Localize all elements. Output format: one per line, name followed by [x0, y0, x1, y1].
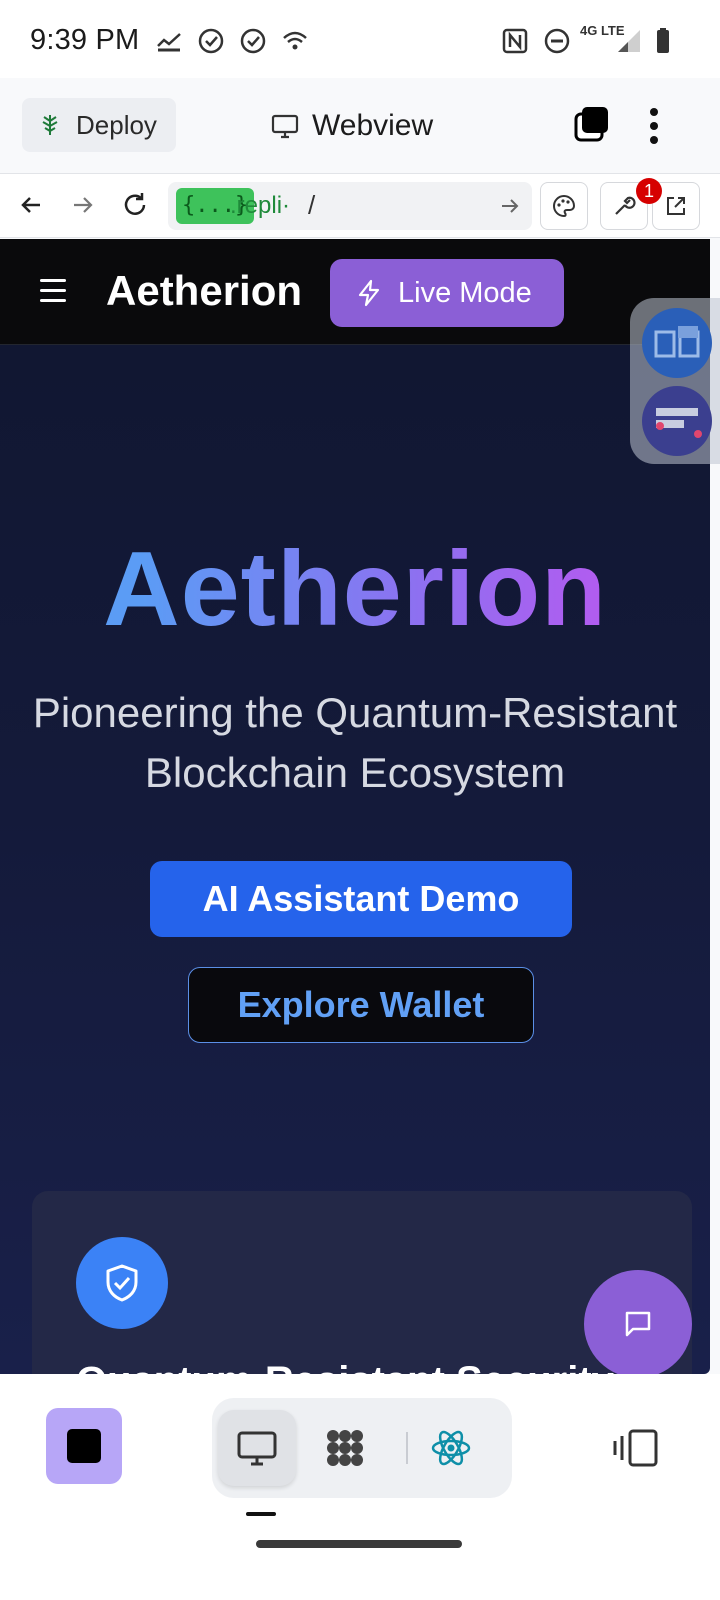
nfc-icon [500, 26, 530, 56]
shield-check-icon [76, 1237, 168, 1329]
check-circle-icon [196, 26, 226, 56]
console-icon [656, 408, 702, 438]
deploy-label: Deploy [76, 109, 157, 140]
divider [406, 1432, 408, 1464]
active-view-indicator [246, 1512, 276, 1516]
lightning-icon [358, 279, 380, 307]
signal-icon [614, 26, 644, 56]
layout-toggle-icon[interactable] [612, 1428, 660, 1468]
floating-tools-panel [630, 298, 720, 464]
webview-title: Webview [312, 109, 434, 142]
react-view-button[interactable] [412, 1410, 490, 1486]
workspace-view-button[interactable] [306, 1410, 384, 1486]
palette-icon [553, 194, 576, 218]
wrench-icon [615, 196, 636, 215]
webview-tab-title: Webview [270, 106, 433, 146]
deploy-button[interactable]: Deploy [22, 98, 176, 152]
feature-title: Quantum-Resistant Security [76, 1359, 614, 1374]
url-input[interactable]: {...} .repli· / [168, 182, 532, 230]
live-mode-button[interactable]: Live Mode [330, 259, 564, 327]
url-bar: {...} .repli· / [0, 174, 720, 238]
webview-content: Aetherion Live Mode Aetherion Pioneering… [0, 239, 710, 1374]
back-arrow-icon[interactable] [16, 190, 46, 220]
chat-button[interactable] [584, 1270, 692, 1378]
deploy-icon [42, 115, 58, 135]
refresh-icon[interactable] [120, 190, 150, 220]
replit-header: Deploy Webview [0, 78, 720, 174]
notification-badge: 1 [636, 178, 662, 204]
brand-logo-text[interactable]: Aetherion [106, 267, 302, 315]
monitor-icon [237, 1431, 277, 1466]
app-navbar: Aetherion Live Mode [0, 239, 710, 345]
nodes-icon [327, 1430, 363, 1466]
view-switcher [212, 1398, 512, 1498]
url-path: / [308, 190, 316, 220]
home-gesture-bar[interactable] [256, 1540, 462, 1548]
tabs-icon[interactable] [572, 104, 612, 144]
url-host: .repli· [230, 192, 291, 219]
theme-button[interactable] [540, 182, 588, 230]
missed-call-icon [154, 26, 184, 56]
status-time: 9:39 PM [30, 24, 140, 56]
check-circle-icon [238, 26, 268, 56]
live-mode-label: Live Mode [398, 276, 532, 309]
explore-wallet-button[interactable]: Explore Wallet [188, 967, 534, 1043]
more-vert-icon[interactable] [646, 104, 662, 148]
react-icon [431, 1430, 471, 1466]
stop-icon [67, 1429, 101, 1463]
forward-arrow-icon[interactable] [68, 190, 98, 220]
logs-button[interactable] [642, 386, 712, 456]
battery-icon [648, 26, 678, 56]
hero-subtitle: Pioneering the Quantum-Resistant Blockch… [32, 689, 678, 796]
hero-title: Aetherion [0, 529, 710, 650]
wifi-calling-icon [280, 26, 310, 56]
do-not-disturb-icon [542, 26, 572, 56]
monitor-icon [271, 114, 299, 139]
docs-button[interactable] [642, 308, 712, 378]
stop-button[interactable] [46, 1408, 122, 1484]
book-icon [654, 326, 700, 358]
replit-bottom-toolbar [0, 1374, 720, 1600]
external-link-icon [667, 197, 685, 215]
hamburger-menu-icon[interactable] [40, 279, 66, 303]
chat-bubble-icon [625, 1311, 651, 1337]
webview-view-button[interactable] [218, 1410, 296, 1486]
go-arrow-icon[interactable] [498, 194, 522, 218]
status-bar: 9:39 PM 4G LTE [0, 0, 720, 78]
ai-assistant-demo-button[interactable]: AI Assistant Demo [150, 861, 572, 937]
